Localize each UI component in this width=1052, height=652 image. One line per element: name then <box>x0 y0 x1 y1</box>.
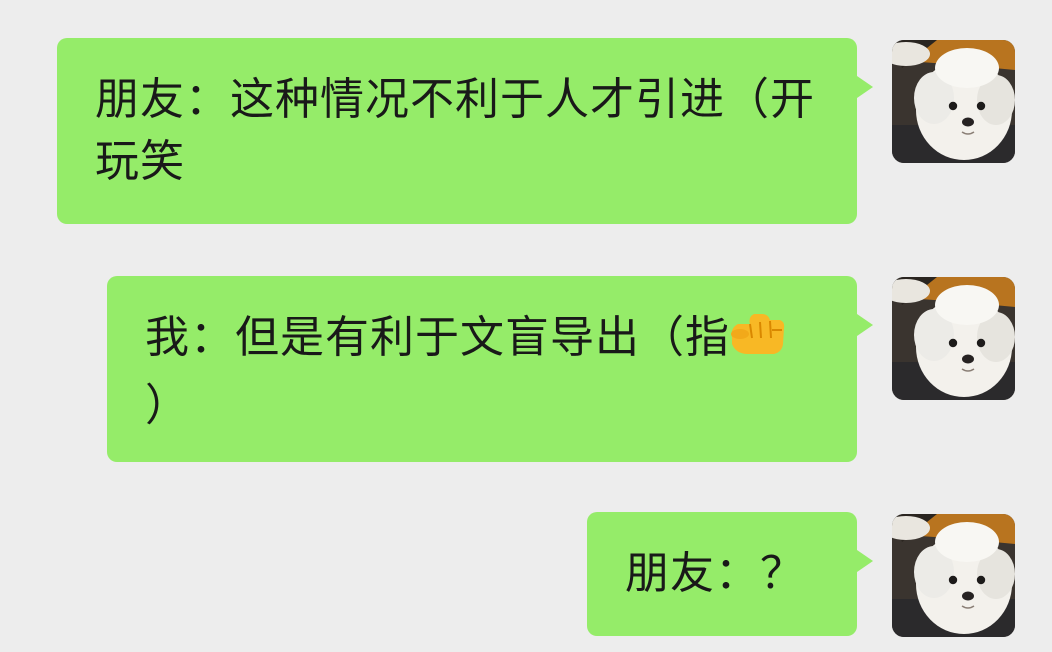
message-row-3: 朋友：？ <box>0 512 1052 638</box>
dog-avatar[interactable] <box>892 514 1015 637</box>
chat-bubble[interactable]: 朋友：这种情况不利于人才引进（开玩笑 <box>57 38 873 224</box>
message-text-part: ） <box>145 380 190 431</box>
message-text: 朋友：？ <box>625 548 805 599</box>
dog-avatar-icon <box>892 40 1015 163</box>
message-text: 我：但是有利于文盲导出（指 ） <box>145 307 823 437</box>
backhand-index-pointing-left-emoji <box>728 308 786 375</box>
chat-bubble[interactable]: 我：但是有利于文盲导出（指 ） <box>107 276 873 462</box>
message-text: 朋友：这种情况不利于人才引进（开玩笑 <box>95 74 815 187</box>
chat-bubble[interactable]: 朋友：？ <box>587 512 873 636</box>
dog-avatar[interactable] <box>892 40 1015 163</box>
message-row-2: 我：但是有利于文盲导出（指 ） <box>0 276 1052 464</box>
dog-avatar[interactable] <box>892 277 1015 400</box>
dog-avatar-icon <box>892 514 1015 637</box>
message-text-part: 我：但是有利于文盲导出（指 <box>145 312 730 363</box>
message-row-1: 朋友：这种情况不利于人才引进（开玩笑 <box>0 38 1052 226</box>
dog-avatar-icon <box>892 277 1015 400</box>
